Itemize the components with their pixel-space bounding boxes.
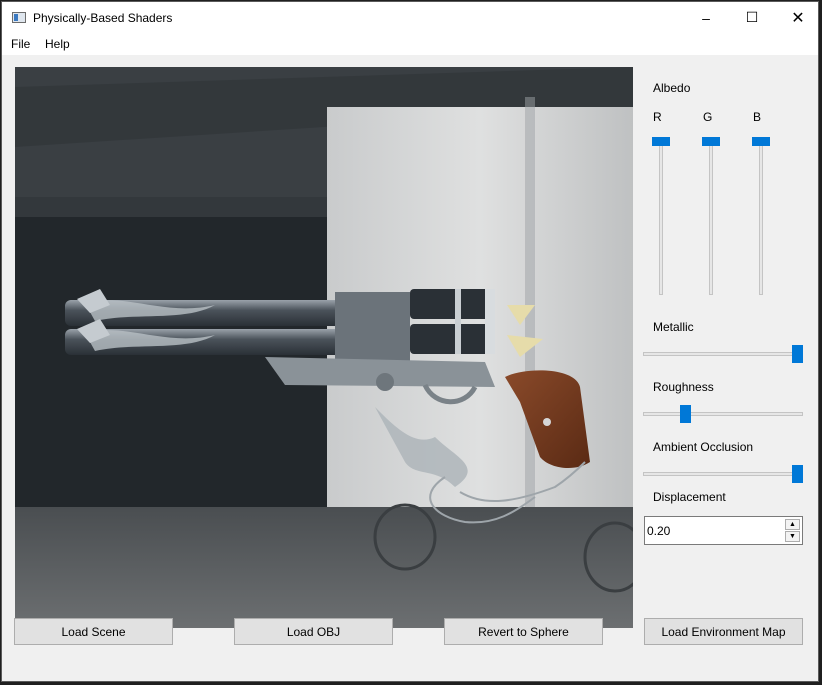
ambient-occlusion-slider[interactable] (643, 463, 805, 485)
albedo-label: Albedo (653, 81, 691, 95)
slider-track (659, 137, 663, 295)
slider-thumb[interactable] (652, 137, 670, 146)
menu-file[interactable]: File (11, 37, 30, 51)
slider-track (709, 137, 713, 295)
albedo-r-label: R (653, 110, 662, 124)
app-window-icon (12, 12, 26, 23)
roughness-label: Roughness (653, 380, 714, 394)
slider-thumb[interactable] (792, 345, 803, 363)
main-window: Physically-Based Shaders – ☐ ✕ File Help (1, 1, 819, 682)
maximize-button[interactable]: ☐ (729, 2, 775, 33)
close-button[interactable]: ✕ (775, 2, 818, 33)
displacement-label: Displacement (653, 490, 726, 504)
slider-track (643, 412, 803, 416)
render-viewport[interactable] (15, 67, 633, 628)
displacement-input[interactable] (647, 521, 777, 540)
metallic-label: Metallic (653, 320, 694, 334)
ambient-occlusion-label: Ambient Occlusion (653, 440, 754, 454)
albedo-g-label: G (703, 110, 713, 124)
slider-thumb[interactable] (792, 465, 803, 483)
albedo-b-label: B (753, 110, 762, 124)
load-environment-map-button[interactable]: Load Environment Map (644, 618, 803, 645)
slider-thumb[interactable] (702, 137, 720, 146)
spin-up-icon[interactable]: ▲ (785, 519, 800, 530)
spin-down-icon[interactable]: ▼ (785, 531, 800, 542)
slider-thumb[interactable] (680, 405, 691, 423)
menu-bar: File Help (2, 33, 818, 55)
menu-help[interactable]: Help (45, 37, 70, 51)
load-scene-button[interactable]: Load Scene (14, 618, 173, 645)
albedo-r-slider[interactable] (652, 137, 672, 297)
albedo-g-slider[interactable] (702, 137, 722, 297)
window-title: Physically-Based Shaders (33, 11, 173, 25)
metallic-slider[interactable] (643, 343, 805, 365)
slider-track (643, 472, 803, 476)
roughness-slider[interactable] (643, 403, 805, 425)
load-obj-button[interactable]: Load OBJ (234, 618, 393, 645)
revert-to-sphere-button[interactable]: Revert to Sphere (444, 618, 603, 645)
slider-thumb[interactable] (752, 137, 770, 146)
title-bar[interactable]: Physically-Based Shaders – ☐ ✕ (2, 2, 818, 33)
slider-track (643, 352, 803, 356)
minimize-button[interactable]: – (683, 2, 729, 33)
slider-track (759, 137, 763, 295)
albedo-b-slider[interactable] (752, 137, 772, 297)
rendered-scene (15, 67, 633, 628)
displacement-spinbox[interactable]: ▲ ▼ (644, 516, 803, 545)
